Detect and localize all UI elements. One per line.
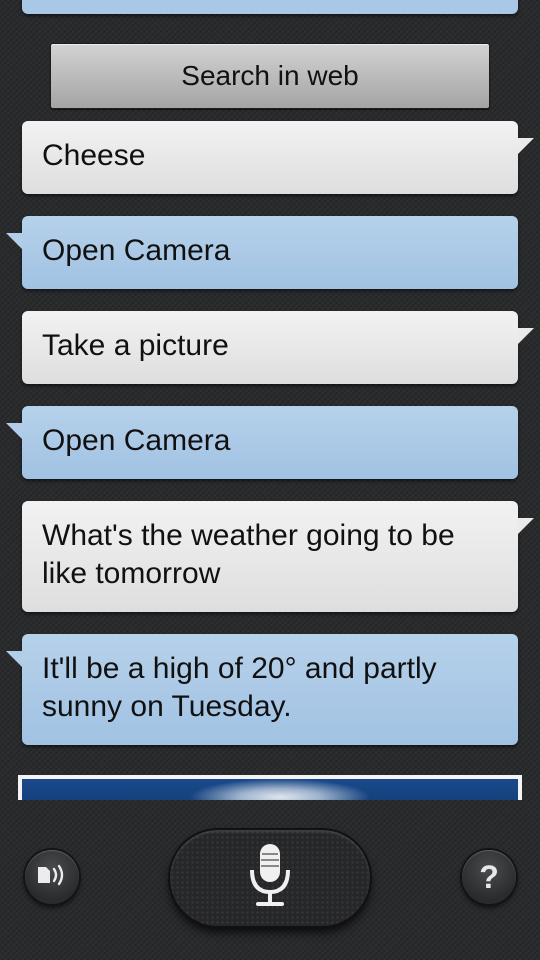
tts-button[interactable] — [25, 850, 79, 904]
assistant-message-bubble: Open Camera — [6, 216, 518, 289]
conversation-list[interactable]: Search in web Cheese Open Camera Take a … — [0, 0, 540, 800]
user-message-bubble: Cheese — [22, 121, 534, 194]
user-message-bubble: What's the weather going to be like tomo… — [22, 501, 534, 612]
search-in-web-label: Search in web — [181, 60, 359, 91]
weather-image-card[interactable] — [18, 775, 522, 800]
speaker-icon — [35, 863, 69, 892]
message-text: Open Camera — [42, 424, 231, 457]
previous-assistant-bubble — [22, 0, 518, 14]
sky-image — [22, 779, 518, 800]
help-icon: ? — [479, 858, 499, 895]
message-text: Cheese — [42, 139, 146, 172]
message-text: Open Camera — [42, 234, 231, 267]
microphone-button[interactable] — [170, 830, 370, 926]
message-text: Take a picture — [42, 329, 229, 362]
message-text: What's the weather going to be like tomo… — [42, 519, 455, 590]
microphone-icon — [247, 842, 293, 915]
assistant-message-bubble: It'll be a high of 20° and partly sunny … — [6, 634, 518, 745]
help-button[interactable]: ? — [462, 850, 516, 904]
message-text: It'll be a high of 20° and partly sunny … — [42, 652, 437, 723]
user-message-bubble: Take a picture — [22, 311, 534, 384]
assistant-message-bubble: Open Camera — [6, 406, 518, 479]
bottom-bar: ? — [0, 800, 540, 960]
search-in-web-button[interactable]: Search in web — [50, 43, 490, 109]
